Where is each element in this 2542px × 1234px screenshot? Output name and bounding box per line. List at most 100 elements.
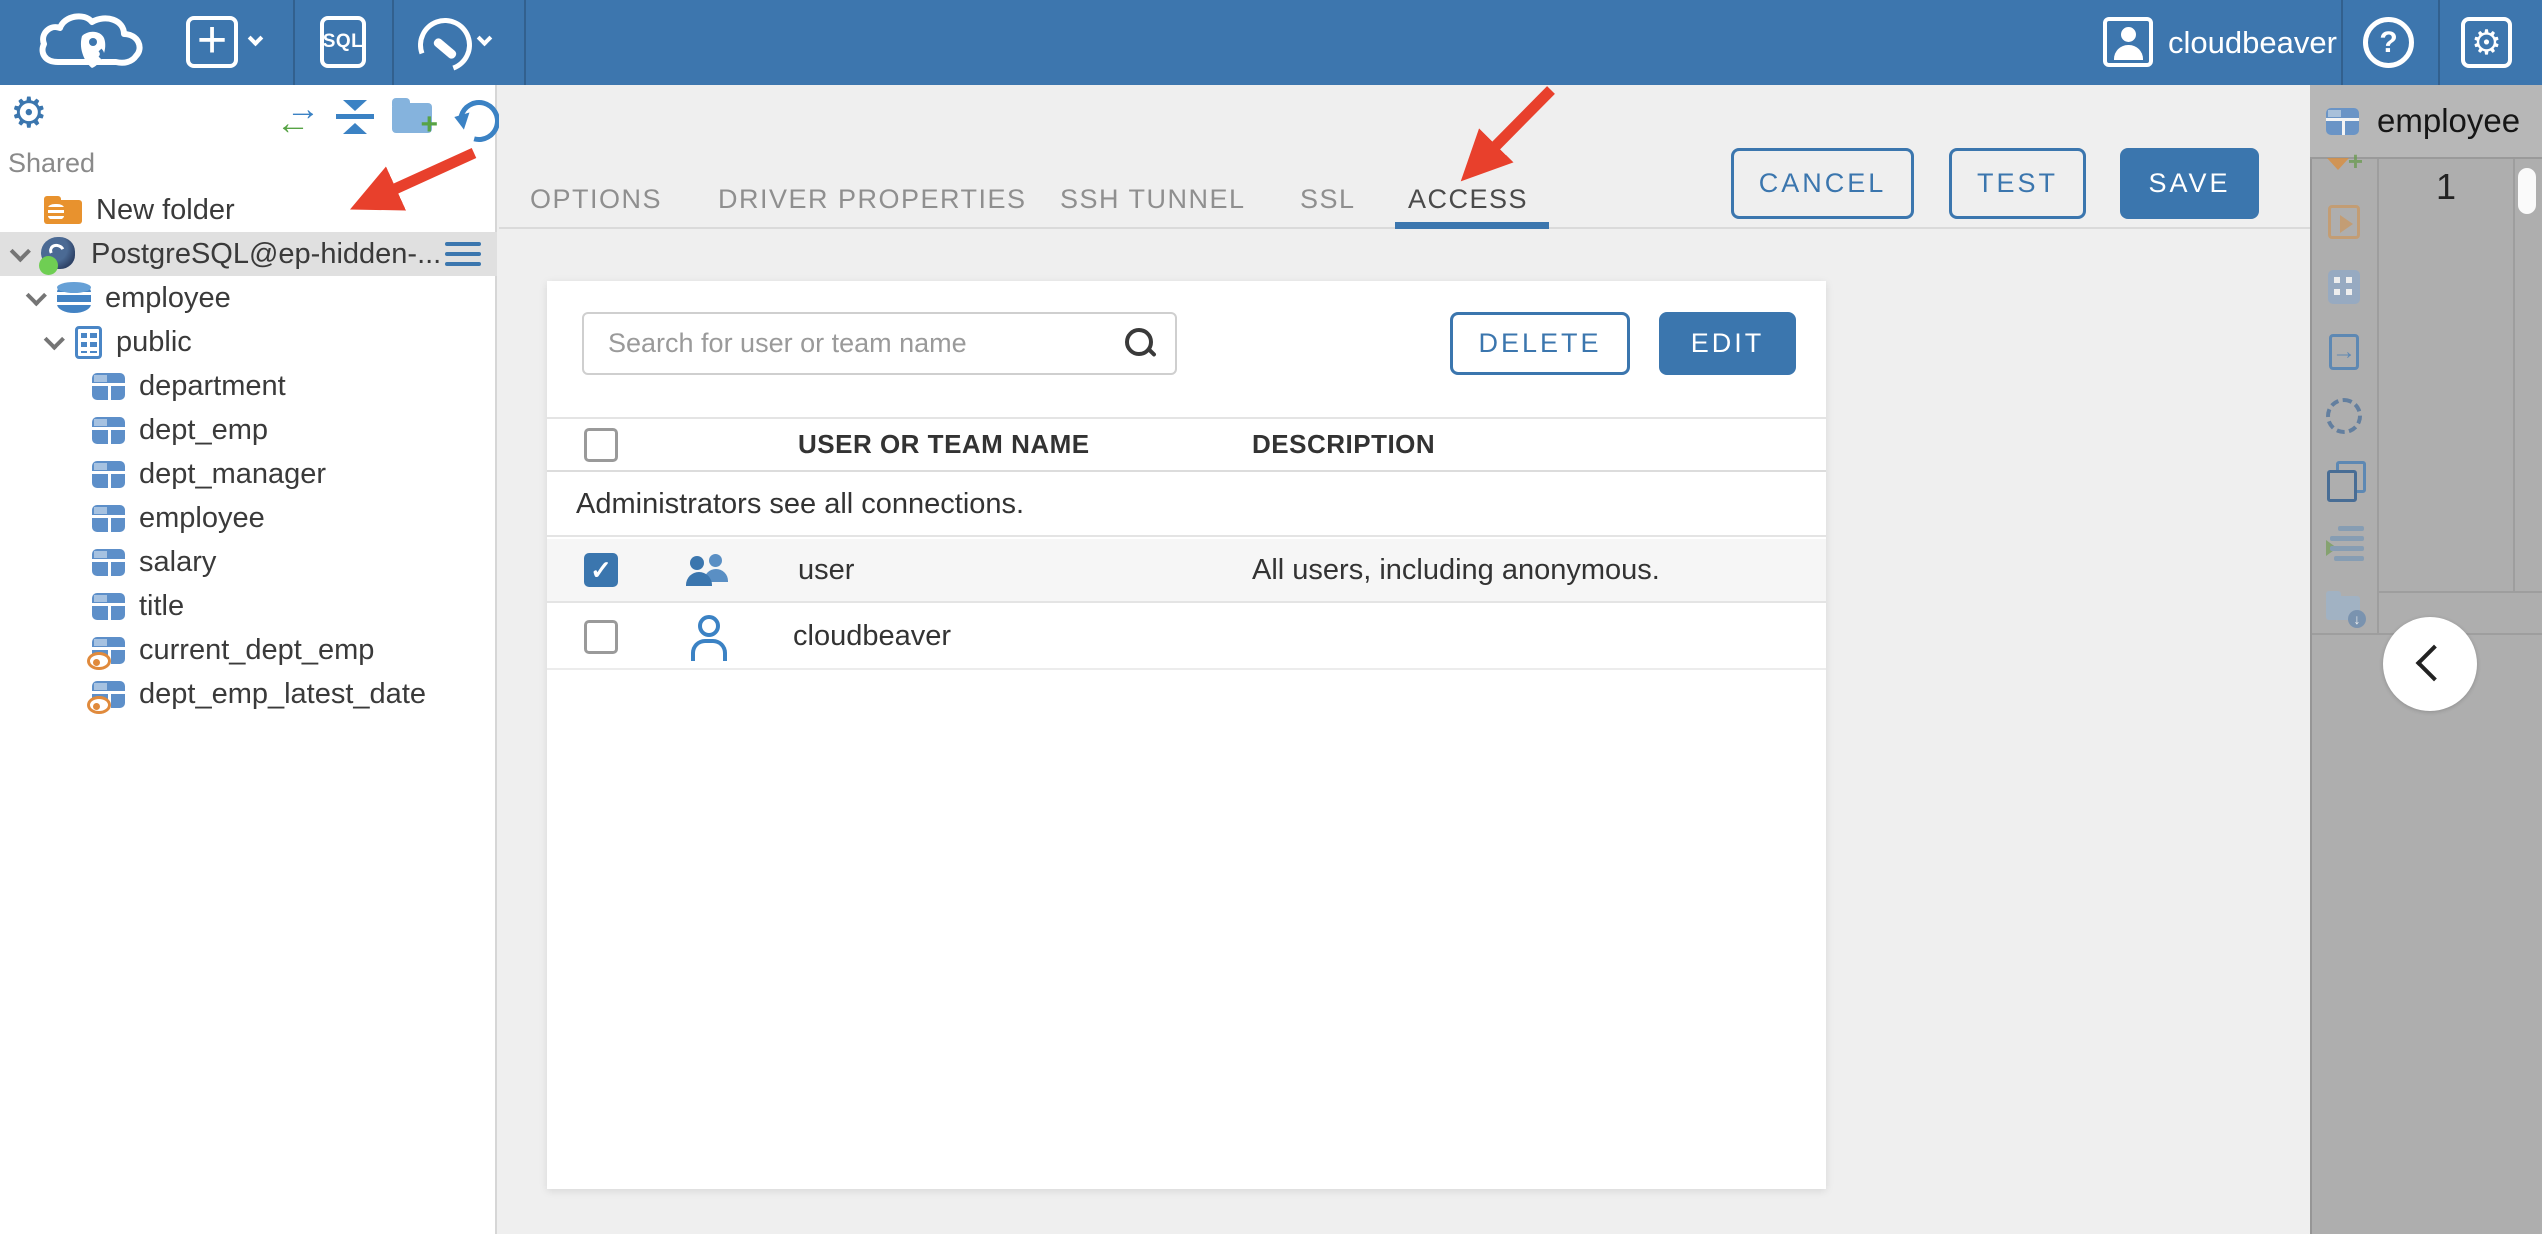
header-divider <box>2341 0 2343 85</box>
row-checkbox-unchecked[interactable] <box>584 619 618 654</box>
tree-item-label: dept_emp <box>139 413 268 446</box>
table-icon <box>2326 107 2359 135</box>
tree-item-label: PostgreSQL@ep-hidden-... <box>91 237 442 270</box>
tree-item-table-salary[interactable]: salary <box>0 540 497 584</box>
new-connection-chevron-down-icon[interactable] <box>247 30 264 47</box>
chevron-down-icon[interactable] <box>43 328 65 350</box>
export-data-icon[interactable]: → <box>2329 334 2359 370</box>
delete-button[interactable]: DELETE <box>1450 312 1630 375</box>
tree-item-label: dept_manager <box>139 457 327 490</box>
top-header-bar: + SQL cloudbeaver ? ⚙ <box>0 0 2542 85</box>
tree-item-label: title <box>139 589 185 622</box>
database-icon <box>57 282 91 313</box>
tree-item-database-employee[interactable]: employee <box>0 276 497 320</box>
tree-item-view-dept-emp-latest-date[interactable]: dept_emp_latest_date <box>0 672 497 716</box>
search-icon[interactable] <box>1125 328 1155 358</box>
tree-item-postgresql-connection[interactable]: PostgreSQL@ep-hidden-... <box>0 232 497 276</box>
row-name: cloudbeaver <box>793 620 951 652</box>
schema-icon <box>75 325 102 359</box>
connection-wrench-icon[interactable] <box>418 18 466 66</box>
tree-item-label: employee <box>139 501 265 534</box>
user-icon <box>690 614 727 661</box>
view-icon <box>87 680 125 714</box>
row-checkbox-checked[interactable]: ✓ <box>584 553 618 587</box>
sql-editor-label: SQL <box>322 31 364 52</box>
tree-item-schema-public[interactable]: public <box>0 320 497 364</box>
admins-info-row: Administrators see all connections. <box>547 474 1826 537</box>
tree-item-label: New folder <box>96 193 235 226</box>
edit-button[interactable]: EDIT <box>1659 312 1796 375</box>
header-divider <box>293 0 295 85</box>
tab-ssl[interactable]: SSL <box>1300 170 1356 228</box>
tab-driver-properties[interactable]: DRIVER PROPERTIES <box>718 170 1027 228</box>
data-editor-tab-employee[interactable]: employee <box>2310 85 2542 159</box>
navigator-settings-gear-icon[interactable]: ⚙ <box>10 92 48 134</box>
help-button[interactable]: ? <box>2363 17 2414 68</box>
connection-menu-icon[interactable] <box>445 241 481 267</box>
tree-item-table-dept-manager[interactable]: dept_manager <box>0 452 497 496</box>
tree-item-table-department[interactable]: department <box>0 364 497 408</box>
sql-editor-button[interactable]: SQL <box>320 16 366 68</box>
postgresql-icon <box>39 237 77 275</box>
chevron-down-icon[interactable] <box>9 240 31 262</box>
connected-status-dot <box>39 256 58 275</box>
view-icon <box>87 636 125 670</box>
header-divider <box>392 0 394 85</box>
duplicate-icon[interactable] <box>2327 461 2366 502</box>
user-avatar-icon[interactable] <box>2103 17 2153 67</box>
tree-item-label: department <box>139 369 286 402</box>
table-icon <box>92 460 125 488</box>
access-table-header-row: USER OR TEAM NAME DESCRIPTION <box>547 417 1826 472</box>
tree-item-table-employee[interactable]: employee <box>0 496 497 540</box>
tree-item-table-dept-emp[interactable]: dept_emp <box>0 408 497 452</box>
data-editor-tab-label: employee <box>2377 102 2521 139</box>
search-input[interactable] <box>582 312 1177 375</box>
plus-icon: + <box>196 11 228 69</box>
add-filter-icon[interactable] <box>2325 146 2363 192</box>
refresh-tree-icon[interactable] <box>458 100 494 136</box>
tab-options[interactable]: OPTIONS <box>530 170 662 228</box>
header-divider <box>2438 0 2440 85</box>
collapse-all-icon[interactable] <box>336 100 374 134</box>
table-row-cloudbeaver[interactable]: cloudbeaver <box>547 605 1826 670</box>
column-header-description: DESCRIPTION <box>1252 429 1436 459</box>
select-all-checkbox[interactable] <box>584 427 618 462</box>
test-button[interactable]: TEST <box>1949 148 2086 219</box>
cancel-button[interactable]: CANCEL <box>1731 148 1914 219</box>
tree-item-new-folder[interactable]: New folder <box>0 188 497 232</box>
cloudbeaver-logo-icon <box>39 13 143 68</box>
table-icon <box>92 416 125 444</box>
form-view-icon[interactable] <box>2328 270 2360 304</box>
tree-item-view-current-dept-emp[interactable]: current_dept_emp <box>0 628 497 672</box>
tab-access[interactable]: ACCESS <box>1408 170 1528 228</box>
team-icon <box>686 554 734 588</box>
table-row-user[interactable]: ✓ user All users, including anonymous. <box>547 539 1826 603</box>
chevron-down-icon[interactable] <box>25 284 47 306</box>
new-connection-button[interactable]: + <box>186 11 238 69</box>
gear-icon: ⚙ <box>2471 23 2502 62</box>
save-button[interactable]: SAVE <box>2120 148 2259 219</box>
panel-scrollbar-thumb[interactable] <box>2518 168 2536 214</box>
column-header-name: USER OR TEAM NAME <box>798 429 1090 459</box>
active-tab-indicator <box>1395 222 1549 229</box>
add-folder-icon[interactable]: + <box>392 98 438 140</box>
folder-icon <box>44 196 82 224</box>
tree-item-label: current_dept_emp <box>139 633 375 666</box>
ai-assistant-icon[interactable] <box>2326 398 2362 434</box>
tree-item-label: dept_emp_latest_date <box>139 677 426 710</box>
execution-log-icon[interactable] <box>2326 524 2364 562</box>
tab-ssh-tunnel[interactable]: SSH TUNNEL <box>1060 170 1246 228</box>
save-to-folder-icon[interactable]: ↓ <box>2326 588 2366 628</box>
settings-button[interactable]: ⚙ <box>2461 17 2512 68</box>
user-name-label[interactable]: cloudbeaver <box>2168 0 2337 85</box>
run-script-icon[interactable] <box>2328 205 2360 239</box>
panel-grid-line <box>2377 159 2379 633</box>
table-icon <box>92 504 125 532</box>
connection-chevron-down-icon[interactable] <box>476 30 493 47</box>
expand-panel-button[interactable] <box>2383 617 2477 711</box>
tree-section-label: Shared <box>8 148 96 178</box>
sync-connections-icon[interactable]: → ← <box>276 90 320 142</box>
admins-info-text: Administrators see all connections. <box>576 488 1025 520</box>
tree-item-table-title[interactable]: title <box>0 584 497 628</box>
table-icon <box>92 372 125 400</box>
